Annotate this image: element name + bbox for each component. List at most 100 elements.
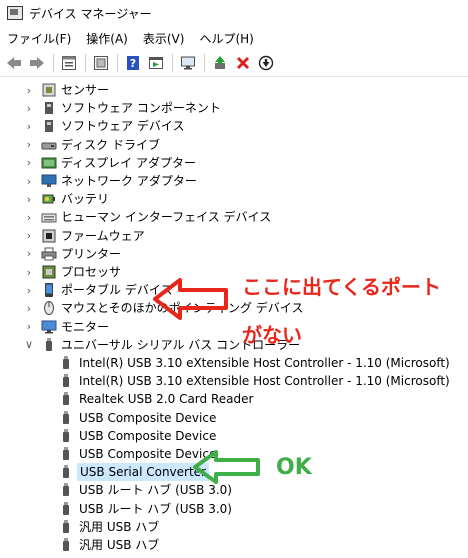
- tree-category-row[interactable]: › プリンター: [0, 245, 468, 263]
- portable-device-icon: [41, 283, 57, 298]
- usb-device-label: Realtek USB 2.0 Card Reader: [79, 392, 254, 407]
- tree-category-label: ヒューマン インターフェイス デバイス: [61, 210, 272, 225]
- tree-category-row[interactable]: › ディスプレイ アダプター: [0, 154, 468, 172]
- usb-device-icon: [58, 356, 74, 370]
- usb-device-row[interactable]: Intel(R) USB 3.10 eXtensible Host Contro…: [0, 354, 468, 372]
- usb-device-icon: [58, 410, 74, 425]
- usb-device-icon: [58, 465, 74, 479]
- tree-category-row[interactable]: › ネットワーク アダプター: [0, 172, 468, 190]
- tree-category-row[interactable]: › センサー: [0, 81, 468, 99]
- chevron-right-icon[interactable]: ›: [23, 154, 35, 172]
- tree-category-label: バッテリ: [61, 192, 110, 207]
- usb-device-label: USB Composite Device: [79, 428, 217, 443]
- menu-help[interactable]: ヘルプ(H): [192, 30, 261, 47]
- chevron-right-icon[interactable]: ›: [23, 172, 35, 190]
- processor-icon: [41, 265, 57, 279]
- chevron-right-icon[interactable]: ›: [23, 263, 35, 281]
- annotation-no-port-text-line2: がない: [242, 323, 302, 347]
- green-arrow-annotation: [193, 450, 260, 484]
- chevron-right-icon[interactable]: ›: [23, 136, 35, 154]
- title-bar: デバイス マネージャー: [0, 0, 468, 26]
- usb-device-row[interactable]: Realtek USB 2.0 Card Reader: [0, 390, 468, 408]
- chevron-right-icon[interactable]: ›: [23, 208, 35, 226]
- menu-bar: ファイル(F) 操作(A) 表示(V) ヘルプ(H): [0, 28, 468, 48]
- tree-category-label: ファームウェア: [61, 228, 145, 243]
- sensor-icon: [41, 83, 57, 97]
- usb-device-row[interactable]: 汎用 USB ハブ: [0, 536, 468, 554]
- toolbar: ?: [0, 50, 468, 77]
- device-manager-app-icon: [7, 6, 23, 20]
- usb-device-row[interactable]: 汎用 USB ハブ: [0, 518, 468, 536]
- chevron-right-icon[interactable]: ›: [23, 99, 35, 117]
- computer-monitor-icon[interactable]: [177, 52, 199, 74]
- mouse-icon: [41, 301, 57, 316]
- disable-device-icon[interactable]: [255, 52, 277, 74]
- annotation-ok-text: OK: [276, 455, 312, 480]
- tree-category-row[interactable]: › ソフトウェア デバイス: [0, 117, 468, 135]
- tree-category-label: プロセッサ: [61, 265, 122, 279]
- toolbar-separator: [85, 54, 86, 72]
- usb-device-icon: [58, 447, 74, 461]
- disk-drive-icon: [41, 138, 57, 152]
- forward-arrow-icon[interactable]: [26, 52, 48, 74]
- usb-device-icon: [58, 392, 74, 406]
- chevron-right-icon[interactable]: ›: [23, 245, 35, 263]
- help-icon[interactable]: ?: [122, 52, 144, 74]
- menu-view[interactable]: 表示(V): [136, 30, 193, 47]
- firmware-icon: [41, 229, 57, 243]
- chevron-right-icon[interactable]: ›: [23, 318, 35, 336]
- usb-device-icon: [58, 483, 74, 497]
- tree-category-row[interactable]: › バッテリ: [0, 190, 468, 208]
- svg-text:?: ?: [130, 57, 136, 70]
- back-arrow-icon[interactable]: [3, 52, 25, 74]
- usb-controller-icon: [41, 337, 57, 352]
- tree-category-label: ソフトウェア コンポーネント: [61, 101, 221, 116]
- tree-category-row[interactable]: › モニター: [0, 318, 468, 336]
- tree-category-row[interactable]: › ソフトウェア コンポーネント: [0, 99, 468, 117]
- properties-sheet-icon[interactable]: [58, 52, 80, 74]
- tree-category-row[interactable]: › マウスとそのほかのポインティング デバイス: [0, 299, 468, 317]
- tree-category-label: ソフトウェア デバイス: [61, 119, 185, 134]
- tree-category-row[interactable]: › ディスク ドライブ: [0, 136, 468, 154]
- usb-device-row[interactable]: USB Composite Device: [0, 427, 468, 445]
- usb-device-icon: [58, 519, 74, 534]
- toolbar-separator: [53, 54, 54, 72]
- hid-icon: [41, 210, 57, 224]
- usb-device-label-selected: USB Serial Converter: [77, 463, 209, 482]
- toolbar-separator: [172, 54, 173, 72]
- chevron-right-icon[interactable]: ›: [23, 81, 35, 99]
- device-list-icon[interactable]: [90, 52, 112, 74]
- device-tree: › センサー › ソフトウェア コンポーネント › ソフトウェア デバイス › ディスク ドラ…: [0, 80, 468, 558]
- usb-device-icon: [58, 501, 74, 516]
- usb-device-row[interactable]: USB Composite Device: [0, 409, 468, 427]
- tree-category-label: モニター: [61, 319, 110, 334]
- usb-device-label: 汎用 USB ハブ: [79, 538, 160, 552]
- chevron-right-icon[interactable]: ›: [23, 190, 35, 208]
- tree-category-row[interactable]: ∨ ユニバーサル シリアル バス コントローラー: [0, 336, 468, 354]
- software-component-icon: [41, 101, 57, 115]
- tree-category-row[interactable]: › ファームウェア: [0, 227, 468, 245]
- monitor-icon: [41, 320, 57, 334]
- usb-device-row[interactable]: USB ルート ハブ (USB 3.0): [0, 500, 468, 518]
- menu-action[interactable]: 操作(A): [79, 30, 136, 47]
- software-device-icon: [41, 119, 57, 133]
- chevron-right-icon[interactable]: ›: [23, 299, 35, 317]
- tree-category-label: ネットワーク アダプター: [61, 174, 197, 188]
- chevron-right-icon[interactable]: ›: [23, 281, 35, 299]
- usb-device-label: USB Composite Device: [79, 410, 217, 425]
- network-adapter-icon: [41, 174, 57, 188]
- usb-device-row[interactable]: Intel(R) USB 3.10 eXtensible Host Contro…: [0, 372, 468, 390]
- update-driver-icon[interactable]: [209, 52, 231, 74]
- usb-device-label: Intel(R) USB 3.10 eXtensible Host Contro…: [79, 374, 450, 389]
- tree-category-row[interactable]: › ヒューマン インターフェイス デバイス: [0, 208, 468, 226]
- usb-device-label: USB ルート ハブ (USB 3.0): [79, 501, 232, 516]
- action-view-icon[interactable]: [145, 52, 167, 74]
- chevron-right-icon[interactable]: ›: [23, 117, 35, 135]
- annotation-no-port-text-line1: ここに出てくるポート: [242, 275, 441, 299]
- uninstall-x-icon[interactable]: [232, 52, 254, 74]
- menu-file[interactable]: ファイル(F): [0, 30, 79, 47]
- usb-device-label: 汎用 USB ハブ: [79, 519, 160, 534]
- tree-category-label: プリンター: [61, 246, 122, 261]
- chevron-down-icon[interactable]: ∨: [23, 336, 35, 354]
- chevron-right-icon[interactable]: ›: [23, 227, 35, 245]
